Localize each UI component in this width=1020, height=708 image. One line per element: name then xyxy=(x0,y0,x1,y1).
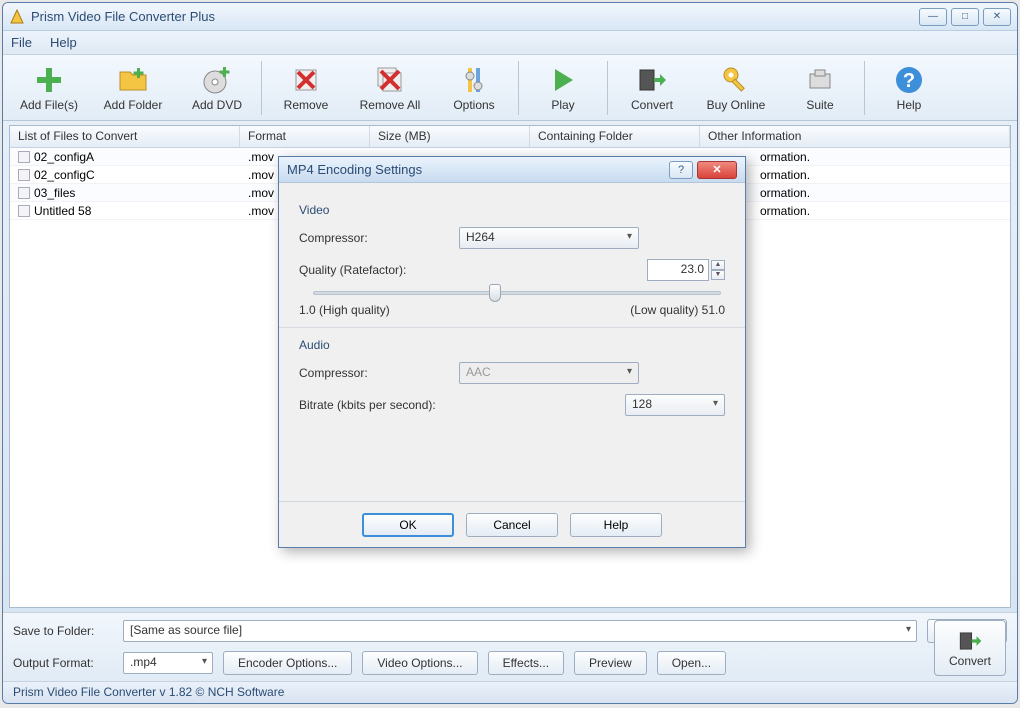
dialog-title: MP4 Encoding Settings xyxy=(287,162,669,177)
video-compressor-select[interactable]: H264 xyxy=(459,227,639,249)
effects-button[interactable]: Effects... xyxy=(488,651,564,675)
toolbar: Add File(s) Add Folder Add DVD Remove Re… xyxy=(3,55,1017,121)
maximize-button[interactable]: □ xyxy=(951,8,979,26)
audio-compressor-label: Compressor: xyxy=(299,366,459,380)
options-icon xyxy=(458,64,490,96)
dvd-plus-icon xyxy=(201,64,233,96)
menu-file[interactable]: File xyxy=(11,35,32,50)
help-icon: ? xyxy=(893,64,925,96)
quality-slider[interactable] xyxy=(313,291,721,295)
suite-button[interactable]: Suite xyxy=(778,58,862,118)
play-button[interactable]: Play xyxy=(521,58,605,118)
remove-all-icon xyxy=(374,64,406,96)
audio-group-label: Audio xyxy=(299,338,725,352)
dialog-body: Video Compressor: H264 Quality (Ratefact… xyxy=(279,183,745,501)
remove-icon xyxy=(290,64,322,96)
col-header-other[interactable]: Other Information xyxy=(700,126,1010,147)
list-header: List of Files to Convert Format Size (MB… xyxy=(10,126,1010,148)
output-format-label: Output Format: xyxy=(13,656,113,670)
quality-input[interactable]: 23.0 xyxy=(647,259,709,281)
file-icon xyxy=(18,187,30,199)
folder-plus-icon xyxy=(117,64,149,96)
bitrate-label: Bitrate (kbits per second): xyxy=(299,398,479,412)
quality-min-label: 1.0 (High quality) xyxy=(299,303,390,317)
play-icon xyxy=(547,64,579,96)
quality-stepper[interactable]: ▲▼ xyxy=(711,260,725,280)
encoder-options-button[interactable]: Encoder Options... xyxy=(223,651,352,675)
titlebar: Prism Video File Converter Plus — □ ✕ xyxy=(3,3,1017,31)
add-dvd-button[interactable]: Add DVD xyxy=(175,58,259,118)
col-header-name[interactable]: List of Files to Convert xyxy=(10,126,240,147)
video-options-button[interactable]: Video Options... xyxy=(362,651,477,675)
quality-max-label: (Low quality) 51.0 xyxy=(630,303,725,317)
file-icon xyxy=(18,169,30,181)
app-title: Prism Video File Converter Plus xyxy=(31,9,919,24)
save-to-label: Save to Folder: xyxy=(13,624,113,638)
buy-online-button[interactable]: Buy Online xyxy=(694,58,778,118)
open-button[interactable]: Open... xyxy=(657,651,726,675)
big-convert-button[interactable]: Convert xyxy=(934,620,1006,676)
menu-help[interactable]: Help xyxy=(50,35,77,50)
plus-icon xyxy=(33,64,65,96)
col-header-size[interactable]: Size (MB) xyxy=(370,126,530,147)
help-button[interactable]: ?Help xyxy=(867,58,951,118)
remove-button[interactable]: Remove xyxy=(264,58,348,118)
ok-button[interactable]: OK xyxy=(362,513,454,537)
bottom-bar: Save to Folder: [Same as source file] Br… xyxy=(3,612,1017,681)
add-files-button[interactable]: Add File(s) xyxy=(7,58,91,118)
convert-icon xyxy=(956,628,984,654)
menubar: File Help xyxy=(3,31,1017,55)
convert-button[interactable]: Convert xyxy=(610,58,694,118)
col-header-format[interactable]: Format xyxy=(240,126,370,147)
preview-button[interactable]: Preview xyxy=(574,651,647,675)
minimize-button[interactable]: — xyxy=(919,8,947,26)
video-group-label: Video xyxy=(299,203,725,217)
file-icon xyxy=(18,151,30,163)
key-icon xyxy=(720,64,752,96)
output-format-combo[interactable]: .mp4 xyxy=(123,652,213,674)
quality-label: Quality (Ratefactor): xyxy=(299,263,459,277)
app-icon xyxy=(9,9,25,25)
bitrate-select[interactable]: 128 xyxy=(625,394,725,416)
status-bar: Prism Video File Converter v 1.82 © NCH … xyxy=(3,681,1017,703)
remove-all-button[interactable]: Remove All xyxy=(348,58,432,118)
convert-icon xyxy=(636,64,668,96)
col-header-folder[interactable]: Containing Folder xyxy=(530,126,700,147)
dialog-close-button[interactable]: ✕ xyxy=(697,161,737,179)
save-to-combo[interactable]: [Same as source file] xyxy=(123,620,917,642)
svg-text:?: ? xyxy=(903,70,915,92)
add-folder-button[interactable]: Add Folder xyxy=(91,58,175,118)
options-button[interactable]: Options xyxy=(432,58,516,118)
dialog-titlebar: MP4 Encoding Settings ? ✕ xyxy=(279,157,745,183)
suite-icon xyxy=(804,64,836,96)
slider-thumb[interactable] xyxy=(489,284,501,302)
close-button[interactable]: ✕ xyxy=(983,8,1011,26)
dialog-help-button[interactable]: Help xyxy=(570,513,662,537)
dialog-buttons: OK Cancel Help xyxy=(279,501,745,547)
audio-compressor-select: AAC xyxy=(459,362,639,384)
cancel-button[interactable]: Cancel xyxy=(466,513,558,537)
file-icon xyxy=(18,205,30,217)
dialog-help-icon[interactable]: ? xyxy=(669,161,693,179)
video-compressor-label: Compressor: xyxy=(299,231,459,245)
encoding-settings-dialog: MP4 Encoding Settings ? ✕ Video Compress… xyxy=(278,156,746,548)
